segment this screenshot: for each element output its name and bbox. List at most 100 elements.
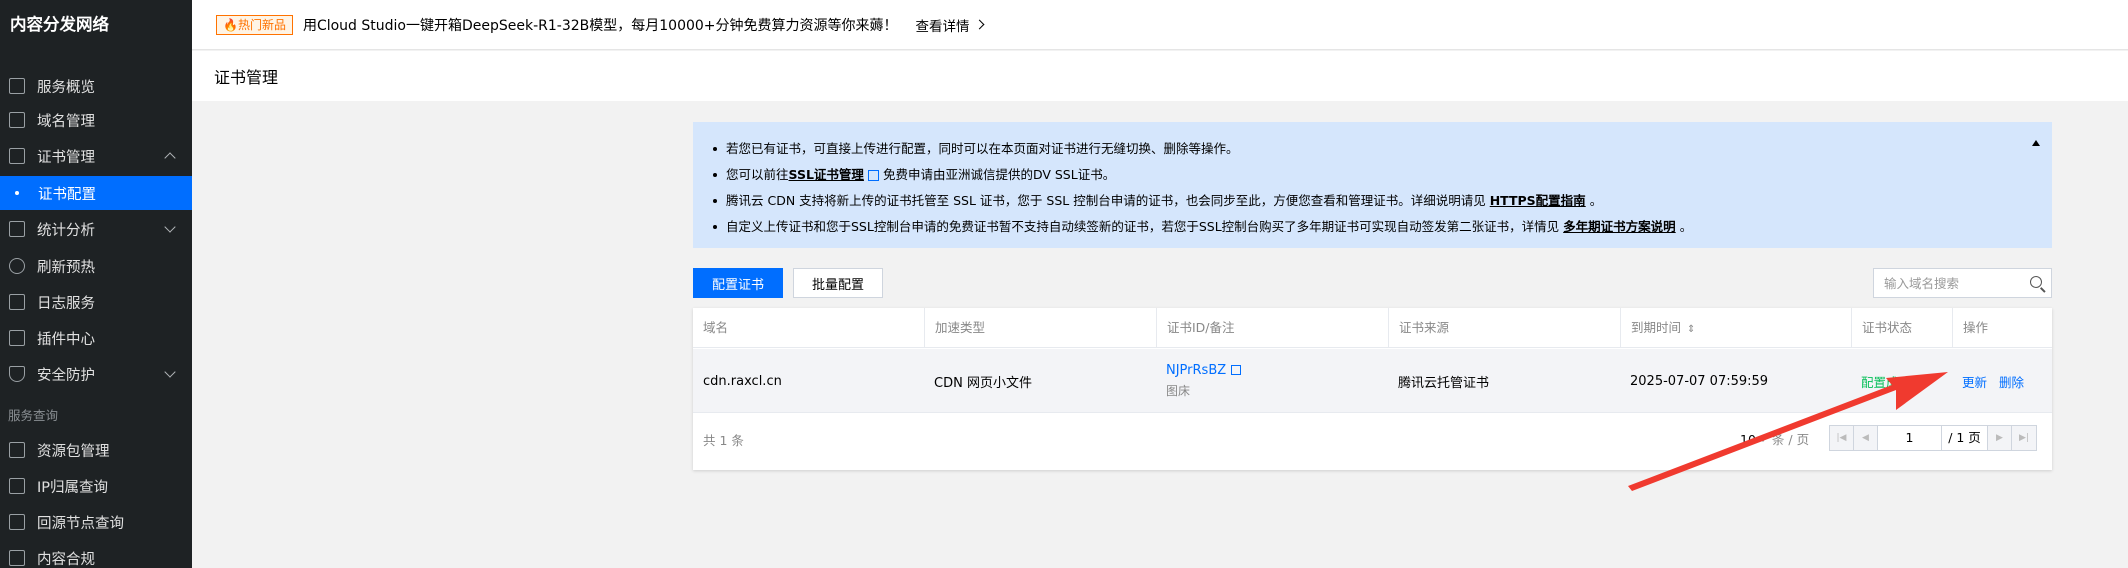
notice-text: 。 <box>1679 219 1693 234</box>
last-page-button[interactable]: ▶| <box>2012 426 2036 450</box>
pagination: |◀ ◀ 1 / 1 页 ▶ ▶| <box>1829 425 2037 451</box>
product-title: 内容分发网络 <box>10 15 109 34</box>
column-header-actions: 操作 <box>1952 308 2052 348</box>
batch-configure-button[interactable]: 批量配置 <box>793 268 883 298</box>
cert-id-link[interactable]: NJPrRsBZ <box>1166 363 1226 378</box>
sidebar-item-resource-packages[interactable]: 资源包管理 <box>0 433 192 467</box>
column-header-type: 加速类型 <box>924 308 1156 348</box>
sidebar-item-label: 回源节点查询 <box>37 515 124 532</box>
sidebar-item-certificates[interactable]: 证书管理 <box>0 139 192 173</box>
origin-node-icon <box>9 514 25 530</box>
column-header-expiry[interactable]: 到期时间 ⇕ <box>1620 308 1851 348</box>
domain-search-input[interactable] <box>1874 269 2014 297</box>
sort-icon[interactable]: ⇕ <box>1687 310 1695 350</box>
hot-badge: 🔥热门新品 <box>216 14 293 35</box>
configure-certificate-button[interactable]: 配置证书 <box>693 268 783 298</box>
total-pages: / 1 页 <box>1942 426 1988 450</box>
bar-chart-icon <box>9 221 25 237</box>
banner-text: 用Cloud Studio一键开箱DeepSeek-R1-32B模型，每月100… <box>302 17 898 34</box>
column-header-source: 证书来源 <box>1388 308 1620 348</box>
www-icon <box>9 112 25 128</box>
banner-details-link[interactable]: 查看详情 <box>915 15 984 35</box>
sidebar-item-domains[interactable]: 域名管理 <box>0 103 192 137</box>
banner-link-label: 查看详情 <box>915 18 970 35</box>
sidebar-item-label: 安全防护 <box>37 367 95 384</box>
status-badge: 配置成功 <box>1861 374 1912 390</box>
sidebar-item-overview[interactable]: 服务概览 <box>0 69 192 103</box>
sidebar-item-content-compliance[interactable]: 内容合规 <box>0 541 192 568</box>
delete-button[interactable]: 删除 <box>1999 372 2024 391</box>
refresh-icon <box>9 258 25 274</box>
search-icon[interactable] <box>2030 276 2042 288</box>
sidebar-item-plugins[interactable]: 插件中心 <box>0 321 192 355</box>
sidebar-item-label: 资源包管理 <box>37 443 110 460</box>
sidebar-item-label: IP归属查询 <box>37 479 109 496</box>
multi-year-cert-link[interactable]: 多年期证书方案说明 <box>1563 214 1676 240</box>
sidebar-item-label: 服务概览 <box>37 79 95 96</box>
certificate-icon <box>9 148 25 164</box>
collapse-icon[interactable] <box>2032 140 2040 146</box>
sidebar-item-certificate-config[interactable]: 证书配置 <box>0 176 192 210</box>
next-page-button[interactable]: ▶ <box>1988 426 2012 450</box>
notice-item: 您可以前往 SSL证书管理 免费申请由亚洲诚信提供的DV SSL证书。 <box>713 162 2032 188</box>
sidebar-item-statistics[interactable]: 统计分析 <box>0 212 192 246</box>
sidebar-item-logs[interactable]: 日志服务 <box>0 285 192 319</box>
certificate-table: 域名 加速类型 证书ID/备注 证书来源 到期时间 ⇕ 证书状态 操作 cdn.r… <box>693 308 2052 470</box>
page-number-input[interactable]: 1 <box>1878 426 1942 450</box>
chevron-right-icon <box>974 19 984 30</box>
table-row: cdn.raxcl.cn CDN 网页小文件 NJPrRsBZ 图床 腾讯云托管… <box>693 349 2052 413</box>
notice-text: 腾讯云 CDN 支持将新上传的证书托管至 SSL 证书，您于 SSL 控制台申请… <box>726 193 1486 208</box>
sidebar-item-label: 插件中心 <box>37 331 95 348</box>
compliance-icon <box>9 550 25 566</box>
sidebar-item-refresh-prefetch[interactable]: 刷新预热 <box>0 249 192 283</box>
page-size-select[interactable]: 10 条 / 页 <box>1740 429 1809 448</box>
column-header-domain: 域名 <box>703 320 729 335</box>
sidebar: 内容分发网络 服务概览 域名管理 证书管理 证书配置 统计分析 刷新预热 日志服… <box>0 0 192 568</box>
bullet <box>713 173 717 177</box>
shield-icon <box>9 366 25 382</box>
update-button[interactable]: 更新 <box>1962 372 1987 391</box>
log-icon <box>9 294 25 310</box>
package-icon <box>9 442 25 458</box>
column-header-cert-id: 证书ID/备注 <box>1156 308 1388 348</box>
sidebar-item-label: 刷新预热 <box>37 259 95 276</box>
first-page-button[interactable]: |◀ <box>1830 426 1854 450</box>
cell-cert-id: NJPrRsBZ 图床 <box>1156 349 1388 413</box>
notice-panel: 若您已有证书，可直接上传进行配置，同时可以在本页面对证书进行无缝切换、删除等操作… <box>693 122 2052 248</box>
ip-icon <box>9 478 25 494</box>
page-title: 证书管理 <box>214 68 279 87</box>
bullet <box>713 199 717 203</box>
external-link-icon <box>1231 365 1242 375</box>
prev-page-button[interactable]: ◀ <box>1854 426 1878 450</box>
ssl-cert-management-link[interactable]: SSL证书管理 <box>789 162 864 188</box>
dot-icon <box>15 191 19 195</box>
sidebar-item-label: 证书管理 <box>37 149 95 166</box>
domain-search <box>1873 268 2052 298</box>
sidebar-item-label: 日志服务 <box>37 295 95 312</box>
sidebar-item-ip-lookup[interactable]: IP归属查询 <box>0 469 192 503</box>
bullet <box>713 225 717 229</box>
chevron-down-icon <box>164 221 176 233</box>
cell-type: CDN 网页小文件 <box>934 375 1032 391</box>
column-header-label: 到期时间 <box>1631 320 1682 335</box>
sidebar-item-label: 内容合规 <box>37 551 95 568</box>
page-size-unit: 条 / 页 <box>1771 432 1810 447</box>
external-link-icon <box>867 169 879 181</box>
cell-actions: 更新 删除 <box>1952 349 2052 413</box>
sidebar-item-security[interactable]: 安全防护 <box>0 357 192 391</box>
notice-item: 若您已有证书，可直接上传进行配置，同时可以在本页面对证书进行无缝切换、删除等操作… <box>713 136 2032 162</box>
promo-banner: 🔥热门新品 用Cloud Studio一键开箱DeepSeek-R1-32B模型… <box>192 0 2128 50</box>
cert-note: 图床 <box>1166 384 1191 398</box>
chevron-down-icon <box>164 366 176 378</box>
chevron-up-icon <box>164 152 176 164</box>
notice-item: 腾讯云 CDN 支持将新上传的证书托管至 SSL 证书，您于 SSL 控制台申请… <box>713 188 2032 214</box>
caret-down-icon <box>1759 438 1766 442</box>
column-header-status: 证书状态 <box>1851 308 1952 348</box>
bullet <box>713 147 717 151</box>
notice-text: 免费申请由亚洲诚信提供的DV SSL证书。 <box>882 167 1116 182</box>
sidebar-item-origin-node-lookup[interactable]: 回源节点查询 <box>0 505 192 539</box>
page-size-value: 10 <box>1740 432 1756 447</box>
https-guide-link[interactable]: HTTPS配置指南 <box>1490 188 1586 214</box>
table-footer: 共 1 条 10 条 / 页 |◀ ◀ 1 / 1 页 ▶ ▶| <box>693 414 2052 462</box>
grid-icon <box>9 78 25 94</box>
